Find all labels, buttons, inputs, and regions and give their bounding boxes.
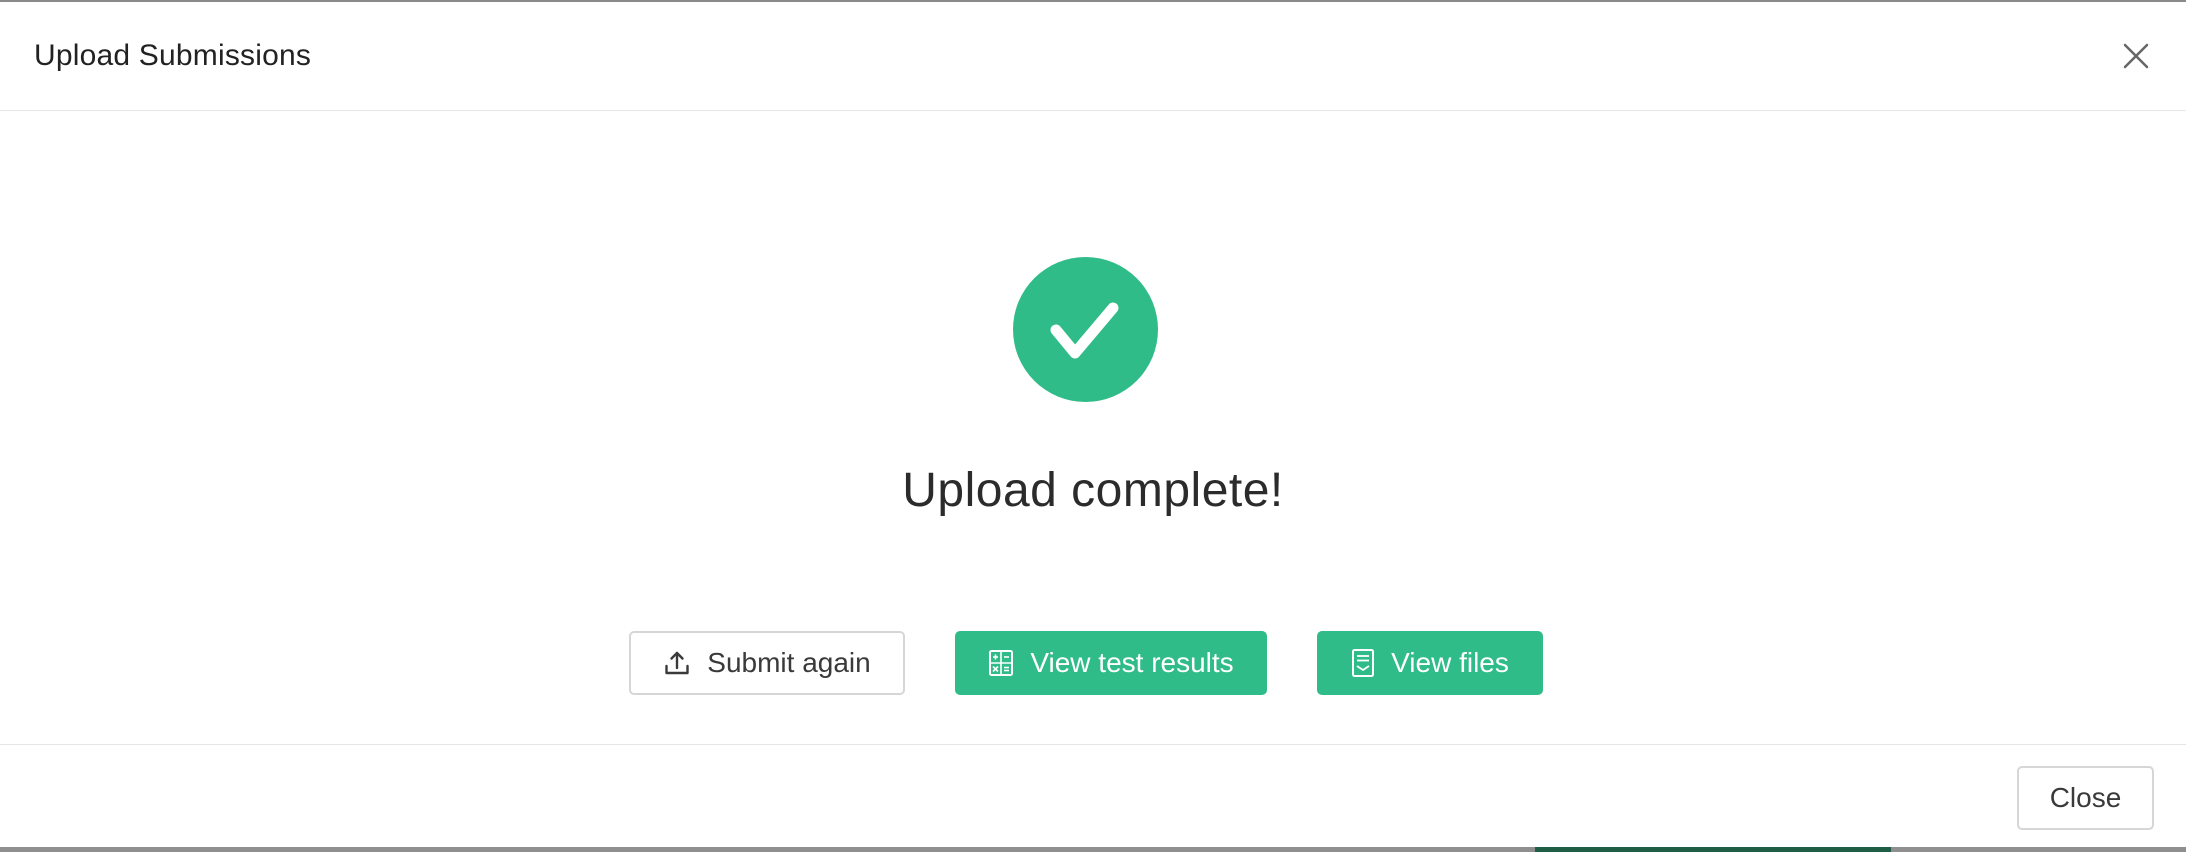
calculator-icon — [988, 649, 1014, 677]
submit-again-label: Submit again — [707, 647, 871, 678]
view-files-label: View files — [1391, 647, 1509, 678]
upload-status-message: Upload complete! — [902, 464, 1284, 517]
view-files-button[interactable]: View files — [1317, 631, 1543, 695]
view-test-results-button[interactable]: View test results — [955, 631, 1267, 695]
view-test-results-label: View test results — [1030, 647, 1234, 678]
dialog-footer: Close — [0, 744, 2186, 849]
upload-submissions-dialog: Upload Submissions Upload complete! Subm… — [0, 0, 2186, 852]
checkmark-icon — [1050, 302, 1119, 359]
success-badge — [1013, 257, 1158, 402]
dialog-body: Upload complete! Submit again View test … — [0, 111, 2186, 744]
dialog-title: Upload Submissions — [34, 39, 312, 72]
submit-again-button[interactable]: Submit again — [629, 631, 905, 695]
upload-icon — [663, 649, 691, 677]
document-icon — [1351, 648, 1375, 678]
dialog-header: Upload Submissions — [0, 2, 2186, 111]
close-icon[interactable] — [2120, 40, 2152, 72]
close-button[interactable]: Close — [2017, 766, 2154, 830]
background-strip — [1535, 847, 1891, 852]
